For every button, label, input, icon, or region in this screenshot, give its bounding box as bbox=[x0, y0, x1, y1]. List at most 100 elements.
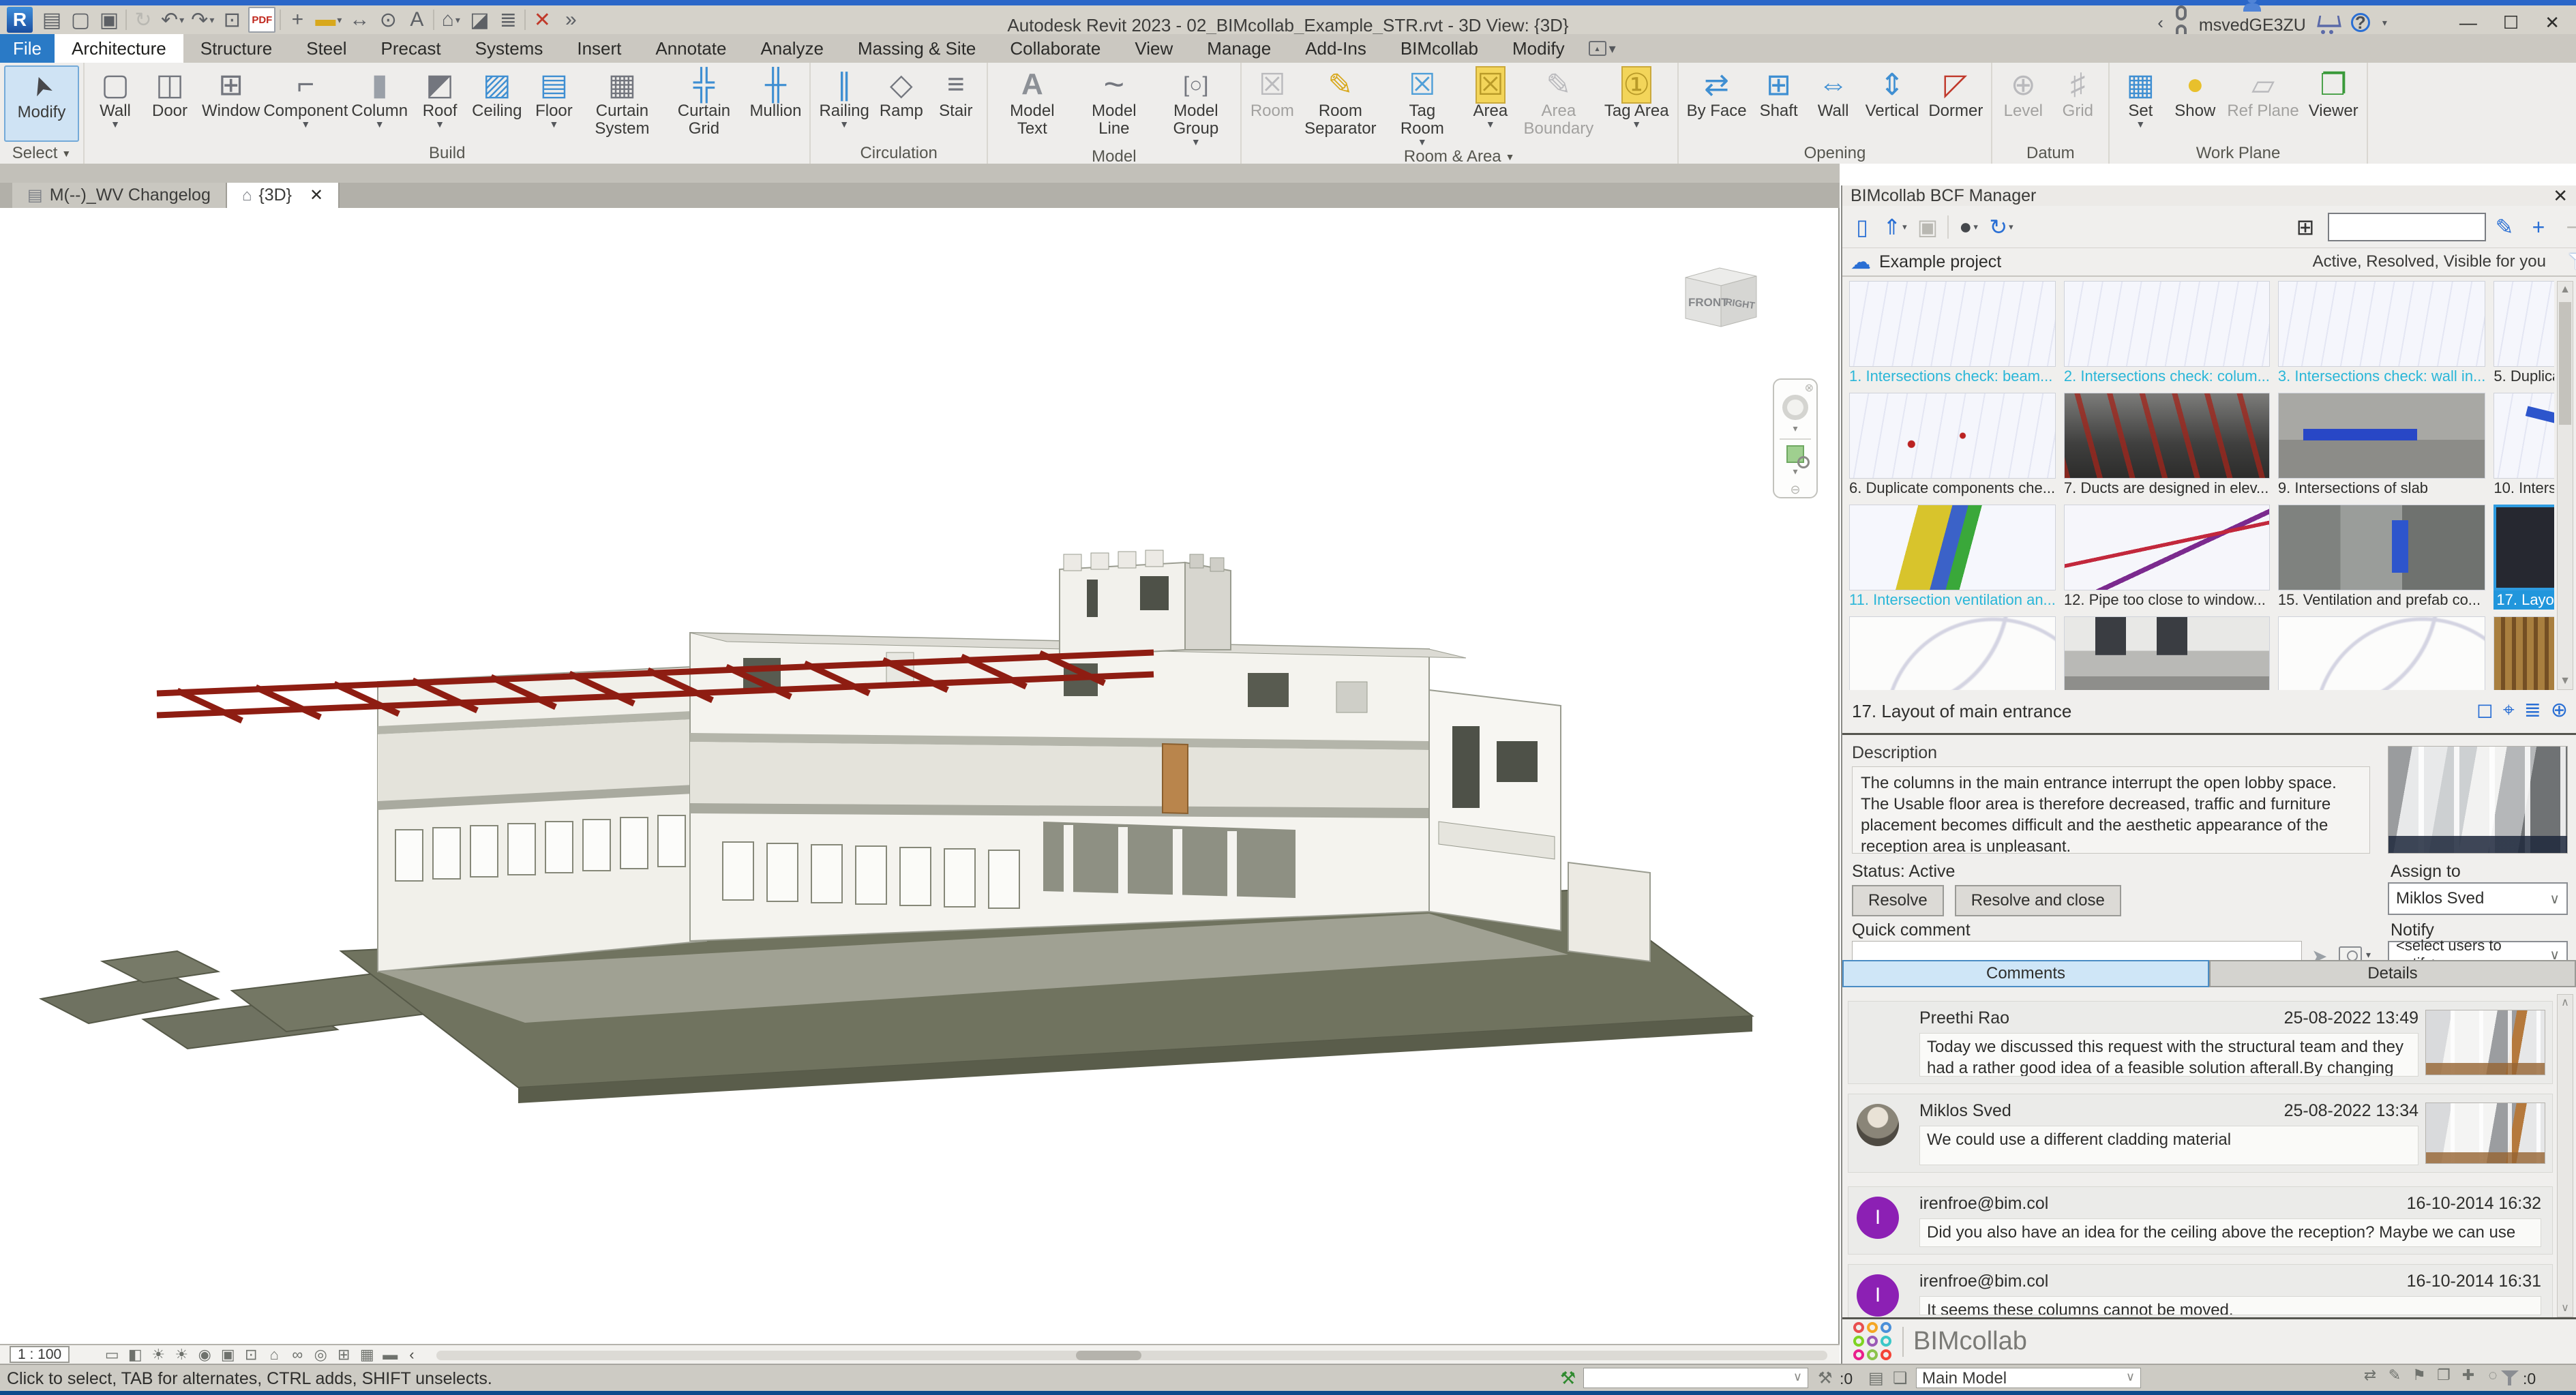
issue-item[interactable]: 5. Duplicate components che... bbox=[2493, 281, 2554, 393]
issue-item[interactable]: 17. Layout of main entrance bbox=[2493, 505, 2554, 616]
scroll-up-icon[interactable]: ∧ bbox=[2558, 995, 2573, 1011]
temporary-hide-isolate-icon[interactable]: ◎ bbox=[311, 1346, 330, 1364]
comment-thumbnail[interactable] bbox=[2425, 1010, 2545, 1075]
selection-filter-icon[interactable] bbox=[2501, 1370, 2519, 1385]
zoom-region-icon[interactable] bbox=[1786, 445, 1804, 463]
dropdown-caret-icon[interactable]: ▾ bbox=[209, 14, 214, 26]
view-scale-button[interactable]: 1 : 100 bbox=[10, 1346, 70, 1363]
ribbon-tab[interactable]: Structure bbox=[183, 34, 290, 63]
dropdown-caret-icon[interactable]: ▾ bbox=[455, 14, 460, 26]
add-issue-icon[interactable]: + bbox=[2526, 212, 2551, 242]
ribbon-button[interactable]: Model Group ▼ bbox=[1156, 65, 1236, 147]
issue-thumbnail[interactable] bbox=[1849, 505, 2056, 590]
ribbon-button[interactable]: Vertical ▼ bbox=[1861, 65, 1923, 121]
ribbon-tab[interactable]: Modify bbox=[1495, 34, 1582, 63]
ribbon-tab[interactable]: Architecture bbox=[55, 34, 183, 63]
section-icon[interactable]: ◪ bbox=[467, 7, 492, 33]
ribbon-button[interactable]: Modify ▼ bbox=[4, 65, 79, 142]
remove-issue-icon[interactable]: − bbox=[2560, 212, 2576, 242]
issue-thumbnail[interactable] bbox=[1849, 616, 2056, 690]
panel-label[interactable]: Opening▼ bbox=[1683, 143, 1988, 164]
issue-item[interactable]: 15. Ventilation and prefab co... bbox=[2278, 505, 2485, 616]
show-crop-icon[interactable]: ⊡ bbox=[241, 1346, 260, 1364]
ribbon-button[interactable]: Curtain System ▼ bbox=[582, 65, 662, 139]
qat-icon[interactable] bbox=[433, 10, 434, 30]
ribbon-tab[interactable]: Precast bbox=[364, 34, 458, 63]
text-icon[interactable]: A bbox=[404, 7, 429, 33]
lock-3d-view-icon[interactable]: ▬ bbox=[380, 1346, 400, 1364]
ribbon-button[interactable]: Floor ▼ bbox=[527, 65, 580, 130]
issue-thumbnail[interactable] bbox=[2064, 281, 2270, 367]
ribbon-button[interactable]: Viewer ▼ bbox=[2305, 65, 2363, 121]
undo-icon[interactable]: ↶▾ bbox=[160, 7, 185, 33]
issue-item[interactable] bbox=[2493, 616, 2554, 690]
bcf-close-icon[interactable]: ✕ bbox=[2553, 185, 2568, 207]
default-3d-view-icon[interactable]: ⌂▾ bbox=[438, 7, 463, 33]
scrollbar-thumb[interactable] bbox=[1076, 1351, 1141, 1360]
worksets-dropdown[interactable] bbox=[1583, 1368, 1808, 1388]
align-view-icon[interactable]: ≣ bbox=[2524, 698, 2541, 722]
ribbon-tab[interactable]: View bbox=[1118, 34, 1190, 63]
issue-item[interactable] bbox=[2278, 616, 2485, 690]
ribbon-button[interactable]: Tag Area ▼ bbox=[1600, 65, 1673, 130]
tab-comments[interactable]: Comments bbox=[1842, 960, 2209, 987]
ribbon-button[interactable]: Mullion ▼ bbox=[745, 65, 805, 121]
ribbon-button[interactable]: Window ▼ bbox=[198, 65, 264, 121]
ribbon-button[interactable]: Curtain Grid ▼ bbox=[663, 65, 744, 139]
drag-elements-on-selection-icon[interactable]: ✚ bbox=[2459, 1366, 2478, 1384]
issue-item[interactable]: 3. Intersections check: wall in... bbox=[2278, 281, 2485, 393]
sync-issues-icon[interactable]: ↻▾ bbox=[1988, 212, 2014, 242]
dropdown-caret-icon[interactable]: ▾ bbox=[179, 14, 184, 26]
issue-thumbnail[interactable] bbox=[2493, 616, 2554, 690]
zoom-caret-icon[interactable]: ▾ bbox=[1793, 466, 1797, 477]
viewpoint-thumbnail[interactable] bbox=[2388, 746, 2568, 854]
comment-card[interactable]: Miklos Sved 25-08-2022 13:34 We could us… bbox=[1848, 1094, 2553, 1173]
resolve-button[interactable]: Resolve bbox=[1852, 885, 1944, 916]
navbar-close-icon[interactable]: ⊗ bbox=[1805, 381, 1814, 395]
ribbon-display-toggle[interactable]: ▴▾ bbox=[1589, 34, 1616, 63]
close-inactive-views-icon[interactable]: ✕ bbox=[530, 7, 554, 33]
revit-logo-icon[interactable]: R bbox=[7, 7, 33, 33]
ribbon-button[interactable]: Ramp ▼ bbox=[875, 65, 928, 121]
measure-icon[interactable]: ▬▾ bbox=[314, 7, 343, 33]
view-grid-icon[interactable]: ⊞ bbox=[2292, 212, 2318, 242]
qat-icon[interactable] bbox=[524, 10, 526, 30]
issue-thumbnail[interactable] bbox=[1849, 281, 2056, 367]
bcf-project-row[interactable]: ☁ Example project Active, Resolved, Visi… bbox=[1842, 248, 2576, 277]
ribbon-button[interactable]: Show ▼ bbox=[2168, 65, 2221, 121]
save-bcf-icon[interactable]: ▣ bbox=[1915, 212, 1941, 242]
issue-item[interactable] bbox=[2064, 616, 2270, 690]
issue-item[interactable]: 6. Duplicate components che... bbox=[1849, 393, 2056, 505]
ribbon-button[interactable]: Room ▼ bbox=[1246, 65, 1299, 121]
issue-thumbnail[interactable] bbox=[1849, 393, 2056, 479]
scroll-up-icon[interactable]: ▲ bbox=[2558, 282, 2573, 298]
comments-scrollbar[interactable]: ∧ ∨ bbox=[2557, 994, 2573, 1317]
ribbon-tab[interactable]: Massing & Site bbox=[841, 34, 993, 63]
model-3d-canvas[interactable]: FRONT RIGHT ⊗ ▾ ▾ ⊖ bbox=[0, 208, 1840, 1344]
close-view-icon[interactable]: ✕ bbox=[310, 185, 323, 205]
help-caret-icon[interactable]: ▾ bbox=[2382, 17, 2387, 29]
panel-label[interactable]: Circulation▼ bbox=[815, 143, 982, 164]
bcf-toolbar-icon[interactable] bbox=[1947, 215, 1949, 239]
tab-details[interactable]: Details bbox=[2209, 960, 2576, 987]
scroll-down-icon[interactable]: ∨ bbox=[2558, 1300, 2573, 1317]
highlight-displacement-sets-icon[interactable]: ▦ bbox=[357, 1346, 376, 1364]
navigation-bar[interactable]: ⊗ ▾ ▾ ⊖ bbox=[1773, 378, 1818, 498]
background-processes-icon[interactable]: ◌ bbox=[2483, 1366, 2502, 1384]
ribbon-tab[interactable]: Annotate bbox=[638, 34, 743, 63]
issue-item[interactable]: 7. Ducts are designed in elev... bbox=[2064, 393, 2270, 505]
bcf-search-input[interactable] bbox=[2328, 213, 2486, 241]
issue-thumbnail[interactable] bbox=[2493, 505, 2554, 590]
file-tab[interactable]: File bbox=[0, 34, 55, 63]
panel-label[interactable]: Build▼ bbox=[89, 143, 805, 164]
ribbon-button[interactable]: Set ▼ bbox=[2114, 65, 2167, 130]
navbar-options-icon[interactable]: ⊖ bbox=[1790, 483, 1800, 497]
comment-card[interactable]: I irenfroe@bim.col 16-10-2014 16:32 Did … bbox=[1848, 1186, 2553, 1255]
select-links-icon[interactable]: ⇄ bbox=[2361, 1366, 2380, 1384]
ribbon-tab[interactable]: Insert bbox=[560, 34, 638, 63]
minimize-button[interactable]: — bbox=[2453, 12, 2484, 33]
maximize-button[interactable]: ☐ bbox=[2496, 12, 2526, 33]
qat-icon[interactable] bbox=[280, 10, 281, 30]
ribbon-button[interactable]: Area Boundary ▼ bbox=[1518, 65, 1599, 139]
ribbon-button[interactable]: Wall ▼ bbox=[1807, 65, 1860, 121]
